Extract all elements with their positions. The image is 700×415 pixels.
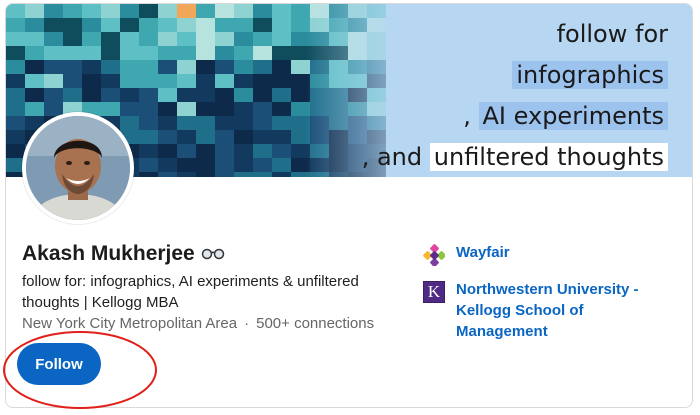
org-item-kellogg[interactable]: K Northwestern University - Kellogg Scho… xyxy=(423,279,676,342)
profile-name: Akash Mukherjee xyxy=(22,242,195,265)
glasses-icon xyxy=(201,248,224,260)
profile-name-row: Akash Mukherjee xyxy=(22,242,225,266)
banner-tagline: follow for infographics , AI experiments… xyxy=(361,20,668,171)
kellogg-logo-icon: K xyxy=(423,281,445,303)
wayfair-logo-icon xyxy=(423,244,445,266)
profile-meta: New York City Metropolitan Area · 500+ c… xyxy=(22,315,374,332)
org-name-kellogg[interactable]: Northwestern University - Kellogg School… xyxy=(456,279,676,342)
org-item-wayfair[interactable]: Wayfair xyxy=(423,242,510,266)
profile-connections[interactable]: 500+ connections xyxy=(256,315,374,332)
profile-headline: follow for: infographics, AI experiments… xyxy=(22,273,359,311)
avatar[interactable] xyxy=(22,112,134,224)
profile-card: follow for infographics , AI experiments… xyxy=(5,3,693,408)
meta-separator: · xyxy=(244,315,250,332)
org-name-wayfair[interactable]: Wayfair xyxy=(456,242,510,263)
follow-button[interactable]: Follow xyxy=(17,343,101,385)
profile-location: New York City Metropolitan Area xyxy=(22,315,238,332)
